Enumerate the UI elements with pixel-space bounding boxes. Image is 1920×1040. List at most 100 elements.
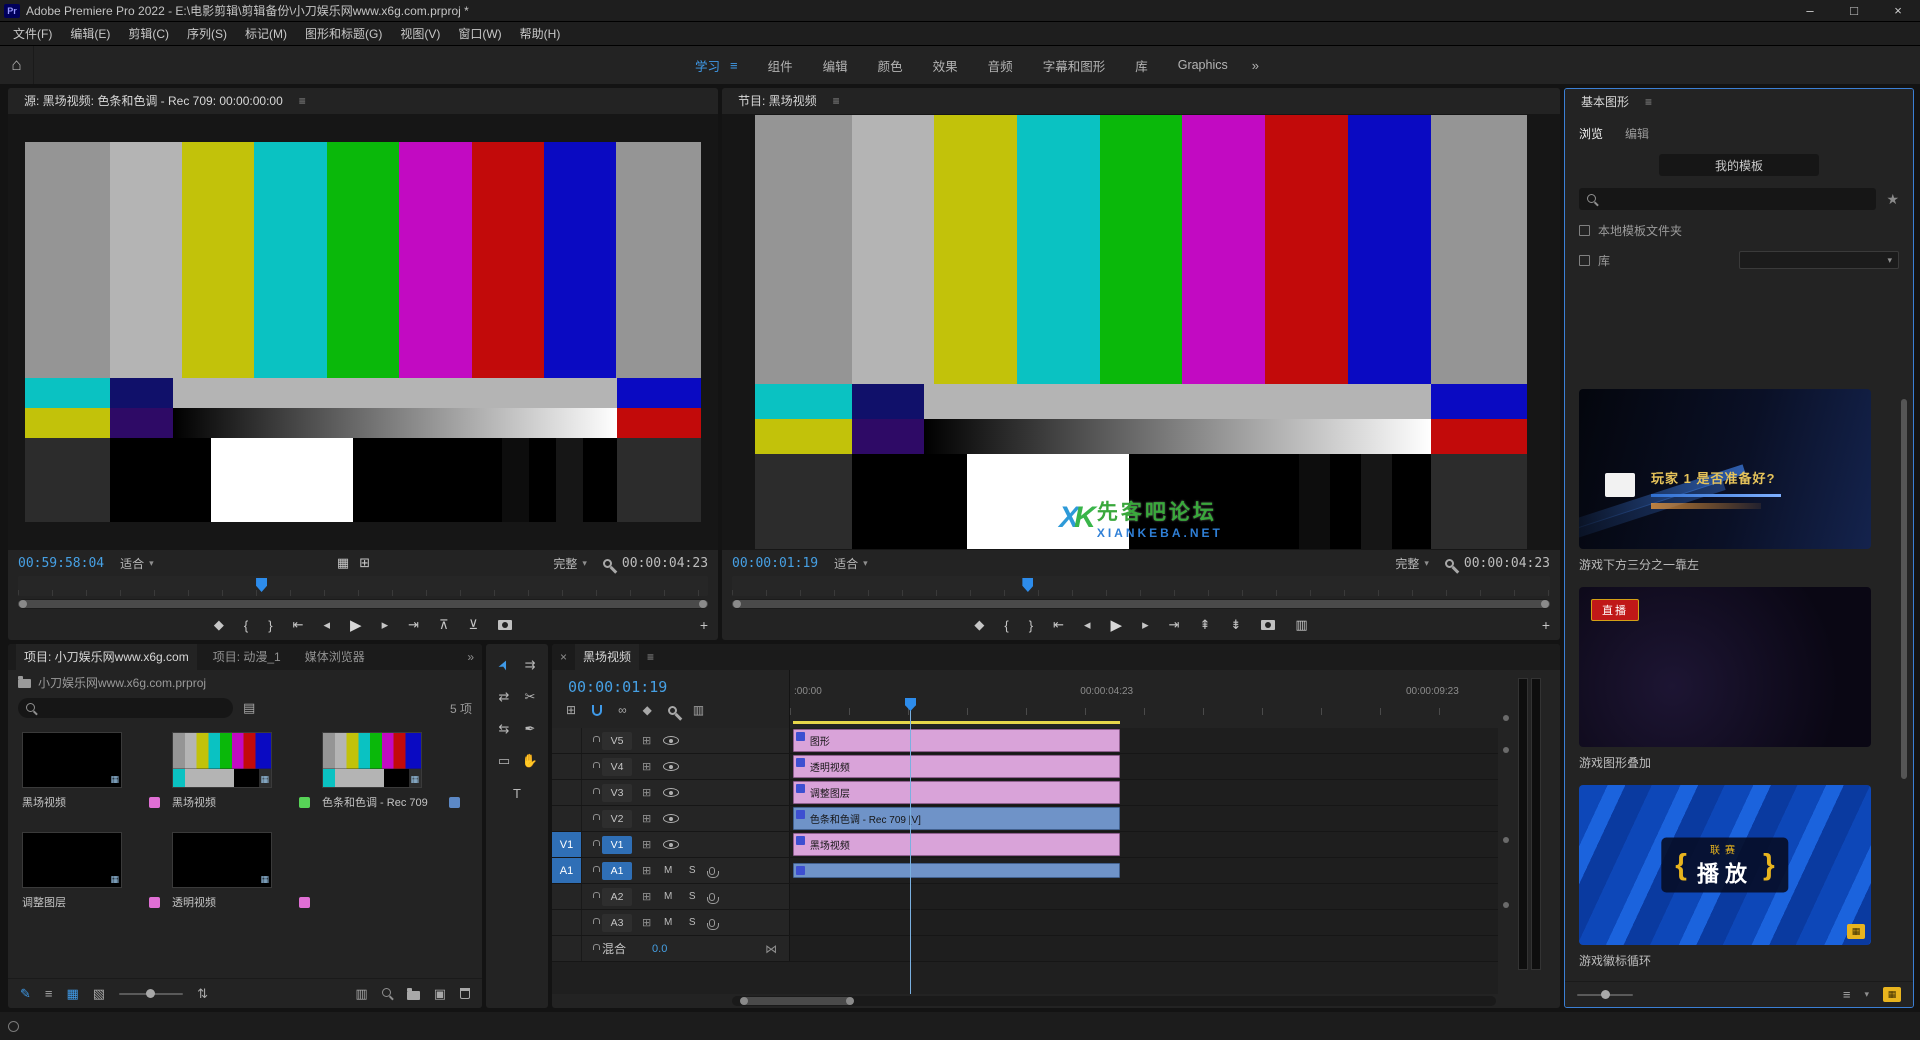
add-marker-icon[interactable]: ◆ (974, 617, 984, 633)
linked-selection-icon[interactable]: ∞ (618, 703, 627, 717)
source-zoom-scrollbar[interactable] (18, 599, 708, 609)
safe-margins-icon[interactable]: ▦ (337, 555, 349, 571)
panel-overflow-icon[interactable]: » (467, 650, 474, 664)
mute-button[interactable]: M (661, 891, 675, 902)
track-select-tool[interactable]: ⇉ (517, 654, 543, 676)
type-tool[interactable]: T (504, 782, 530, 804)
master-volume-value[interactable]: 0.0 (652, 943, 667, 955)
essential-graphics-tab[interactable]: 基本图形 (1573, 89, 1637, 115)
workspace-tab-libraries[interactable]: 库 (1135, 56, 1148, 75)
template-scrollbar[interactable] (1901, 399, 1907, 779)
workspace-menu-icon[interactable]: ≡ (730, 58, 738, 73)
program-zoom-scrollbar[interactable] (732, 599, 1550, 609)
voiceover-record-icon[interactable] (709, 919, 715, 927)
minimize-button[interactable]: – (1788, 0, 1832, 22)
install-mogrt-icon[interactable]: ▦ (1883, 987, 1901, 1002)
ripple-edit-tool[interactable]: ⇄ (491, 686, 517, 708)
clip-thumbnail[interactable]: ▦ (22, 832, 122, 888)
program-zoom-select[interactable]: 适合▾ (828, 554, 874, 573)
track-lane[interactable] (790, 910, 1498, 935)
go-to-out-icon[interactable]: ⇥ (408, 617, 419, 633)
menu-markers[interactable]: 标记(M) (236, 22, 296, 46)
program-scrubber[interactable] (732, 576, 1550, 596)
keyframe-icon[interactable]: ⋈ (765, 942, 777, 956)
sequence-tab[interactable]: 黑场视频 (575, 644, 639, 670)
menu-clip[interactable]: 剪辑(C) (119, 22, 178, 46)
sort-menu-icon[interactable]: ≡ (1843, 987, 1851, 1002)
hand-tool[interactable]: ✋ (517, 750, 543, 772)
template-thumbnail[interactable]: { 联赛 播放 } ▦ (1579, 785, 1871, 945)
project-writable-icon[interactable]: ✎ (20, 986, 31, 1002)
program-timecode[interactable]: 00:00:01:19 (732, 556, 818, 571)
menu-view[interactable]: 视图(V) (391, 22, 449, 46)
mute-button[interactable]: M (661, 917, 675, 928)
project-search-input[interactable] (18, 698, 233, 718)
track-name-button[interactable]: V1 (602, 836, 632, 854)
bin-from-search-icon[interactable]: ▤ (243, 700, 255, 716)
step-back-icon[interactable]: ◂ (324, 617, 331, 633)
workspace-tab-learn[interactable]: 学习 (695, 56, 720, 75)
panel-menu-icon[interactable]: ≡ (647, 650, 654, 664)
timeline-clip[interactable]: 调整图层 (793, 781, 1120, 804)
checkbox[interactable] (1579, 255, 1590, 266)
libraries-filter[interactable]: 库 ▾ (1579, 251, 1899, 269)
workspace-tab-audio[interactable]: 音频 (988, 56, 1013, 75)
work-area-bar[interactable] (793, 721, 1120, 724)
selection-tool[interactable]: ➤ (489, 649, 520, 682)
mark-out-icon[interactable]: } (268, 618, 272, 633)
button-editor-icon[interactable]: + (1542, 617, 1550, 633)
sync-lock-icon[interactable]: ⊞ (642, 864, 651, 877)
label-color-swatch[interactable] (449, 797, 460, 808)
go-to-out-icon[interactable]: ⇥ (1169, 617, 1180, 633)
menu-graphics-titles[interactable]: 图形和标题(G) (296, 22, 391, 46)
browse-tab[interactable]: 浏览 (1579, 125, 1603, 142)
menu-help[interactable]: 帮助(H) (511, 22, 570, 46)
panel-menu-icon[interactable]: ≡ (299, 94, 306, 108)
label-color-swatch[interactable] (299, 797, 310, 808)
find-icon[interactable] (382, 988, 393, 999)
menu-edit[interactable]: 编辑(E) (61, 22, 119, 46)
timeline-clip[interactable]: 图形 (793, 729, 1120, 752)
export-frame-icon[interactable] (1261, 620, 1275, 630)
source-zoom-select[interactable]: 适合▾ (114, 554, 160, 573)
pen-tool[interactable]: ✒ (517, 718, 543, 740)
track-output-eye-icon[interactable] (663, 788, 679, 797)
workspace-tab-assembly[interactable]: 组件 (768, 56, 793, 75)
close-button[interactable]: × (1876, 0, 1920, 22)
track-name-button[interactable]: A1 (602, 862, 632, 880)
source-patch-audio[interactable]: A1 (552, 858, 582, 883)
timeline-clip[interactable]: 色条和色调 - Rec 709 [V] (793, 807, 1120, 830)
workspace-tab-color[interactable]: 颜色 (878, 56, 903, 75)
track-name-button[interactable]: V3 (602, 784, 632, 802)
comparison-view-icon[interactable]: ▥ (1295, 617, 1307, 633)
workspace-tab-effects[interactable]: 效果 (933, 56, 958, 75)
voiceover-record-icon[interactable] (709, 867, 715, 875)
track-name-button[interactable]: V5 (602, 732, 632, 750)
label-color-swatch[interactable] (149, 797, 160, 808)
clip-thumbnail[interactable]: ▦ (172, 732, 272, 788)
project-item[interactable]: ▦ 黑场视频 (172, 732, 322, 810)
output-settings-icon[interactable]: ⊞ (359, 555, 370, 571)
track-output-eye-icon[interactable] (663, 840, 679, 849)
maximize-button[interactable]: □ (1832, 0, 1876, 22)
mark-in-icon[interactable]: { (1004, 618, 1008, 633)
source-timecode[interactable]: 00:59:58:04 (18, 556, 104, 571)
track-name-button[interactable]: V2 (602, 810, 632, 828)
home-icon[interactable]: ⌂ (0, 46, 34, 84)
my-templates-dropdown[interactable]: 我的模板 (1659, 154, 1819, 176)
media-browser-tab[interactable]: 媒体浏览器 (297, 644, 373, 670)
menu-file[interactable]: 文件(F) (4, 22, 61, 46)
timeline-playhead[interactable] (910, 710, 911, 994)
favorites-star-icon[interactable]: ★ (1886, 191, 1899, 208)
program-monitor-tab[interactable]: 节目: 黑场视频 (730, 88, 825, 114)
project-tab-active[interactable]: 项目: 小刀娱乐网www.x6g.com (16, 644, 197, 670)
step-forward-icon[interactable]: ▸ (382, 617, 389, 633)
automate-to-sequence-icon[interactable]: ▥ (355, 986, 367, 1002)
label-color-swatch[interactable] (299, 897, 310, 908)
insert-icon[interactable]: ⊼ (439, 617, 449, 633)
track-lane[interactable] (790, 936, 1498, 961)
source-monitor-tab[interactable]: 源: 黑场视频: 色条和色调 - Rec 709: 00:00:00:00 (16, 88, 291, 114)
clip-thumbnail[interactable]: ▦ (22, 732, 122, 788)
timeline-audio-clip[interactable] (793, 863, 1120, 878)
go-to-in-icon[interactable]: ⇤ (293, 617, 304, 633)
